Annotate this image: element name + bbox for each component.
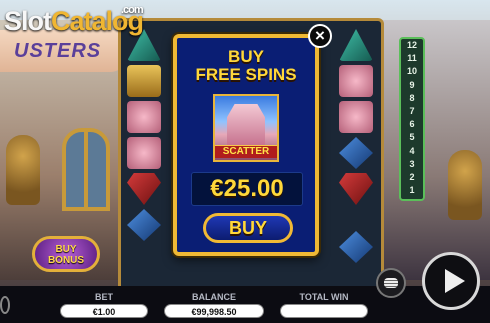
building-icon <box>227 104 265 148</box>
buy-free-spins-dialog: BUY FREE SPINS SCATTER €25.00 BUY <box>173 34 319 256</box>
reel-symbol <box>339 231 373 263</box>
play-icon[interactable] <box>422 252 480 310</box>
total-win-value <box>280 304 368 318</box>
reel-symbol <box>339 101 373 133</box>
close-icon[interactable]: × <box>308 24 332 48</box>
coin-stack-icon[interactable] <box>376 268 406 298</box>
reel-symbol <box>339 29 373 61</box>
scatter-label: SCATTER <box>215 145 277 158</box>
background-right <box>375 20 490 280</box>
balance-value: €99,998.50 <box>164 304 264 318</box>
info-icon[interactable] <box>0 296 10 314</box>
arched-window <box>62 128 110 211</box>
lion-statue-right <box>448 150 482 220</box>
reel-symbol <box>127 173 161 205</box>
ladder-step: 6 <box>409 119 415 130</box>
price-display: €25.00 <box>191 172 303 206</box>
ladder-step: 3 <box>409 158 415 169</box>
bet-label: BET <box>95 292 113 302</box>
balance-label: BALANCE <box>192 292 236 302</box>
reel-symbol <box>339 65 373 97</box>
reel-symbol <box>127 101 161 133</box>
reel-symbol <box>339 137 373 169</box>
scatter-symbol: SCATTER <box>213 94 279 162</box>
buy-bonus-line-2: BONUS <box>47 255 85 266</box>
total-win-label: TOTAL WIN <box>299 292 349 302</box>
game-title: USTERS <box>14 40 102 62</box>
free-spins-ladder: 12 11 10 9 8 7 6 5 4 3 2 1 <box>399 37 425 201</box>
ladder-step: 5 <box>409 132 415 143</box>
reel-symbol <box>127 65 161 97</box>
ladder-step: 8 <box>409 92 415 103</box>
ladder-step: 10 <box>406 66 417 77</box>
reel-symbol <box>127 137 161 169</box>
buy-bonus-button[interactable]: BUY BONUS <box>32 236 100 272</box>
ladder-step: 4 <box>409 145 415 156</box>
slotcatalog-logo: SlotCatalog .com <box>4 4 144 37</box>
dialog-title-line-1: BUY <box>228 47 264 66</box>
reel-symbol <box>127 209 161 241</box>
lion-statue-left <box>6 135 40 205</box>
logo-suffix: .com <box>121 4 144 16</box>
ladder-step: 12 <box>406 40 417 50</box>
buy-button[interactable]: BUY <box>203 213 293 243</box>
reel-symbol <box>339 173 373 205</box>
logo-part-1: Slot <box>4 6 52 36</box>
ladder-step: 1 <box>409 185 415 196</box>
ladder-step: 11 <box>407 53 417 64</box>
ladder-step: 9 <box>409 79 415 90</box>
bet-value[interactable]: €1.00 <box>60 304 148 318</box>
ladder-step: 7 <box>409 105 415 116</box>
dialog-title-line-2: FREE SPINS <box>195 65 297 84</box>
ladder-step: 2 <box>409 171 415 182</box>
buy-bonus-line-1: BUY <box>55 244 77 255</box>
